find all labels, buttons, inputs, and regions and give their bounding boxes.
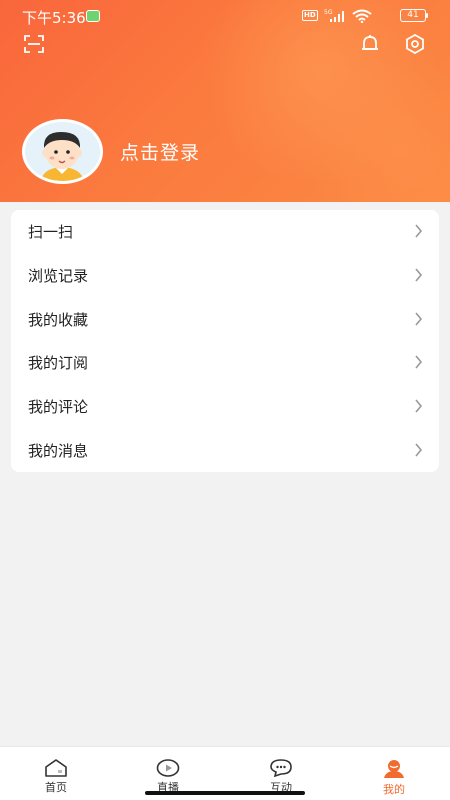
wifi-icon — [352, 9, 372, 23]
menu-item-comments[interactable]: 我的评论 — [11, 385, 439, 428]
tab-mine[interactable]: 我的 — [338, 747, 450, 800]
login-button[interactable]: 点击登录 — [120, 138, 200, 165]
profile-header: 下午5:36 HD 5G 41 点击登录 — [0, 0, 450, 202]
status-bar: 下午5:36 HD 5G 41 — [0, 0, 450, 32]
avatar-cartoon-icon — [25, 122, 100, 181]
menu-item-history[interactable]: 浏览记录 — [11, 254, 439, 297]
cellular-signal-icon: 5G — [324, 9, 344, 22]
menu-item-label: 我的评论 — [28, 398, 89, 416]
menu-item-label: 浏览记录 — [28, 267, 89, 285]
chevron-right-icon — [415, 355, 423, 369]
status-time: 下午5:36 — [22, 9, 86, 27]
tab-label: 首页 — [45, 781, 67, 794]
menu-item-favorites[interactable]: 我的收藏 — [11, 298, 439, 341]
menu-card: 扫一扫 浏览记录 我的收藏 我的订阅 我的评论 我的消息 — [11, 210, 439, 472]
tab-home[interactable]: 首页 — [0, 747, 112, 800]
menu-item-label: 我的消息 — [28, 442, 89, 460]
settings-icon[interactable] — [405, 34, 425, 54]
chevron-right-icon — [415, 224, 423, 238]
menu-item-label: 我的订阅 — [28, 354, 89, 372]
chevron-right-icon — [415, 443, 423, 457]
battery-tip — [426, 13, 428, 18]
menu-item-scan[interactable]: 扫一扫 — [11, 210, 439, 253]
battery-level: 41 — [407, 10, 419, 20]
menu-item-messages[interactable]: 我的消息 — [11, 429, 439, 472]
menu-item-label: 扫一扫 — [28, 223, 74, 241]
chevron-right-icon — [415, 399, 423, 413]
battery-icon: 41 — [400, 9, 426, 22]
tab-label: 我的 — [383, 783, 405, 796]
scan-icon[interactable] — [24, 35, 44, 53]
bell-icon[interactable] — [360, 34, 380, 54]
menu-item-label: 我的收藏 — [28, 311, 89, 329]
chevron-right-icon — [415, 268, 423, 282]
notification-app-icon — [86, 10, 100, 22]
chevron-right-icon — [415, 312, 423, 326]
home-indicator[interactable] — [145, 791, 305, 795]
live-icon — [156, 759, 180, 777]
menu-item-subscriptions[interactable]: 我的订阅 — [11, 341, 439, 384]
chat-icon — [270, 759, 292, 777]
avatar[interactable] — [22, 119, 103, 184]
network-type-label: 5G — [324, 9, 333, 16]
hd-badge: HD — [302, 10, 318, 21]
home-icon — [45, 759, 67, 777]
profile-icon — [384, 760, 404, 778]
